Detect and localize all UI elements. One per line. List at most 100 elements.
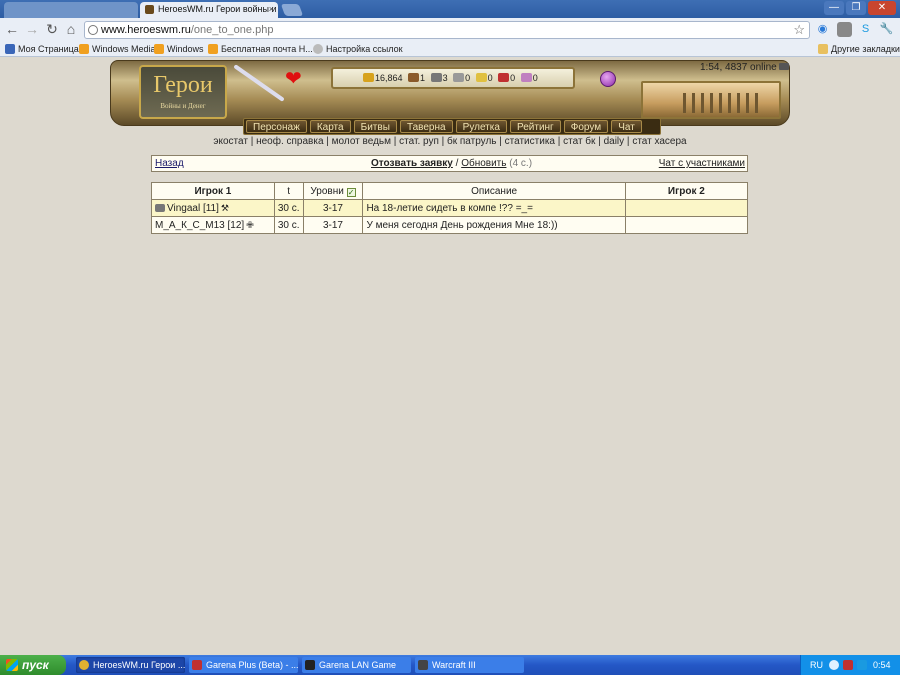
link-stat-haser[interactable]: стат хасера: [632, 136, 686, 147]
server-clock: 1:54, 4837 online: [700, 62, 789, 73]
participants-chat-link[interactable]: Чат с участниками: [659, 156, 745, 171]
skype-icon[interactable]: S: [858, 22, 873, 37]
withdraw-request-link[interactable]: Отозвать заявку: [371, 158, 453, 169]
minimize-button[interactable]: —: [824, 1, 844, 15]
tab-inactive[interactable]: [4, 2, 138, 18]
bookmark-item[interactable]: Windows Media: [79, 43, 156, 55]
address-host: www.heroeswm.ru: [101, 24, 191, 36]
menu-roulette[interactable]: Рулетка: [455, 120, 507, 133]
link-bk-patrol[interactable]: бк патруль: [447, 136, 497, 147]
duel-nav-panel: Назад Отозвать заявку / Обновить (4 с.) …: [151, 155, 748, 172]
task-garena-lan[interactable]: Garena LAN Game: [302, 657, 411, 673]
bookmark-icon: [5, 44, 15, 54]
address-bar[interactable]: www.heroeswm.ru/one_to_one.php ☆: [84, 21, 810, 39]
menu-map[interactable]: Карта: [309, 120, 351, 133]
new-tab-button[interactable]: [280, 4, 304, 16]
menu-rating[interactable]: Рейтинг: [509, 120, 561, 133]
task-warcraft[interactable]: Warcraft III: [415, 657, 524, 673]
game-header: Герои Войны и Денег ❤ 16,864 1 3 0 0 0 0…: [110, 60, 790, 135]
player1-cell: М_А_К_С_М13 [12] ✙: [151, 216, 275, 234]
back-arrow-icon[interactable]: ←: [4, 21, 20, 37]
header-time: t: [273, 182, 304, 200]
garena-icon: [192, 660, 202, 670]
reload-icon[interactable]: ↻: [44, 21, 60, 37]
gamepad-icon: [155, 203, 165, 212]
link-statistics[interactable]: статистика: [505, 136, 555, 147]
extension-tabs-icon[interactable]: [837, 22, 852, 37]
windows-flag-icon: [79, 44, 89, 54]
bookmark-item[interactable]: Windows: [154, 43, 204, 55]
other-bookmarks[interactable]: Другие закладки: [818, 43, 900, 55]
skype-tray-icon[interactable]: [857, 660, 867, 670]
player2-cell[interactable]: [624, 199, 749, 217]
tab-heroeswm[interactable]: HeroesWM.ru Герои войны и ×: [140, 2, 278, 18]
mercury-icon: [453, 73, 465, 82]
time-cell: 30 с.: [273, 199, 304, 217]
resource-ore: 3: [430, 69, 448, 87]
wood-icon: [408, 73, 420, 82]
menu-tavern[interactable]: Таверна: [399, 120, 453, 133]
resource-sulfur: 0: [475, 69, 493, 87]
link-witch-hammer[interactable]: молот ведьм: [332, 136, 391, 147]
windows-flag-icon: [208, 44, 218, 54]
gold-icon: [363, 73, 374, 82]
resource-bar: 16,864 1 3 0 0 0 0: [331, 67, 575, 89]
ore-icon: [430, 73, 442, 82]
menu-battles[interactable]: Битвы: [353, 120, 397, 133]
player1-cell: Vingaal [11] ⚒: [151, 199, 275, 217]
heart-icon: ❤: [285, 68, 302, 90]
link-stat-bk[interactable]: стат бк: [563, 136, 595, 147]
gems-icon: [520, 73, 532, 82]
bookmark-item[interactable]: Настройка ссылок: [313, 43, 403, 55]
menu-forum[interactable]: Форум: [563, 120, 609, 133]
crystal-icon: [498, 73, 510, 82]
mana-orb-icon: [600, 71, 616, 87]
menu-character[interactable]: Персонаж: [246, 120, 307, 133]
warcraft-icon: [418, 660, 428, 670]
garena-lan-icon: [305, 660, 315, 670]
faction-icon: ⚒: [220, 202, 229, 213]
back-link[interactable]: Назад: [155, 156, 184, 171]
wrench-icon[interactable]: 🔧: [879, 22, 894, 37]
bookmark-item[interactable]: Моя Страница: [5, 43, 79, 55]
start-button[interactable]: пуск: [0, 655, 66, 675]
table-header-row: Игрок 1 t Уровни ✓ Описание Игрок 2: [151, 182, 749, 200]
tab-title: HeroesWM.ru Герои войны и: [158, 4, 277, 14]
garena-tray-icon[interactable]: [843, 660, 853, 670]
game-logo[interactable]: Герои Войны и Денег: [139, 65, 227, 119]
levels-cell: 3-17: [302, 216, 364, 234]
task-chrome[interactable]: HeroesWM.ru Герои ...: [76, 657, 185, 673]
windows-flag-icon: [6, 659, 18, 671]
addon-links: экостат | неоф. справка | молот ведьм | …: [213, 136, 687, 147]
link-stat-rup[interactable]: стат. руп: [399, 136, 439, 147]
windows-taskbar: пуск HeroesWM.ru Герои ... Garena Plus (…: [0, 655, 900, 675]
link-unofficial-help[interactable]: неоф. справка: [256, 136, 323, 147]
header-description: Описание: [362, 182, 626, 200]
language-indicator[interactable]: RU: [810, 655, 823, 675]
player2-cell[interactable]: [624, 216, 749, 234]
extension-eye-icon[interactable]: ◉: [815, 22, 830, 37]
network-icon[interactable]: [829, 660, 839, 670]
sulfur-icon: [475, 73, 487, 82]
close-window-button[interactable]: ✕: [868, 1, 896, 15]
refresh-link[interactable]: Обновить: [461, 158, 506, 169]
bookmark-star-icon[interactable]: ☆: [793, 22, 805, 38]
levels-filter-checkbox[interactable]: ✓: [346, 187, 356, 197]
task-garena-plus[interactable]: Garena Plus (Beta) - ...: [189, 657, 298, 673]
camera-icon[interactable]: [778, 63, 789, 70]
tab-strip: HeroesWM.ru Герои войны и × — ❐ ✕: [0, 0, 900, 18]
home-icon[interactable]: ⌂: [63, 21, 79, 37]
forward-arrow-icon[interactable]: →: [24, 21, 40, 37]
player-name-link[interactable]: М_А_К_С_М13 [12]: [155, 220, 244, 231]
header-player2: Игрок 2: [624, 182, 749, 200]
table-row[interactable]: Vingaal [11] ⚒ 30 с. 3-17 На 18-летие сид…: [151, 199, 749, 217]
bookmark-item[interactable]: Бесплатная почта Н...: [208, 43, 313, 55]
link-daily[interactable]: daily: [604, 136, 625, 147]
player-name-link[interactable]: Vingaal [11]: [167, 203, 219, 214]
duel-requests-table: Игрок 1 t Уровни ✓ Описание Игрок 2 Ving…: [151, 182, 749, 234]
menu-chat[interactable]: Чат: [611, 120, 642, 133]
tab-close-icon[interactable]: ×: [269, 2, 274, 16]
maximize-button[interactable]: ❐: [846, 1, 866, 15]
link-ecostat[interactable]: экостат: [213, 136, 248, 147]
table-row[interactable]: М_А_К_С_М13 [12] ✙ 30 с. 3-17 У меня сего…: [151, 216, 749, 234]
